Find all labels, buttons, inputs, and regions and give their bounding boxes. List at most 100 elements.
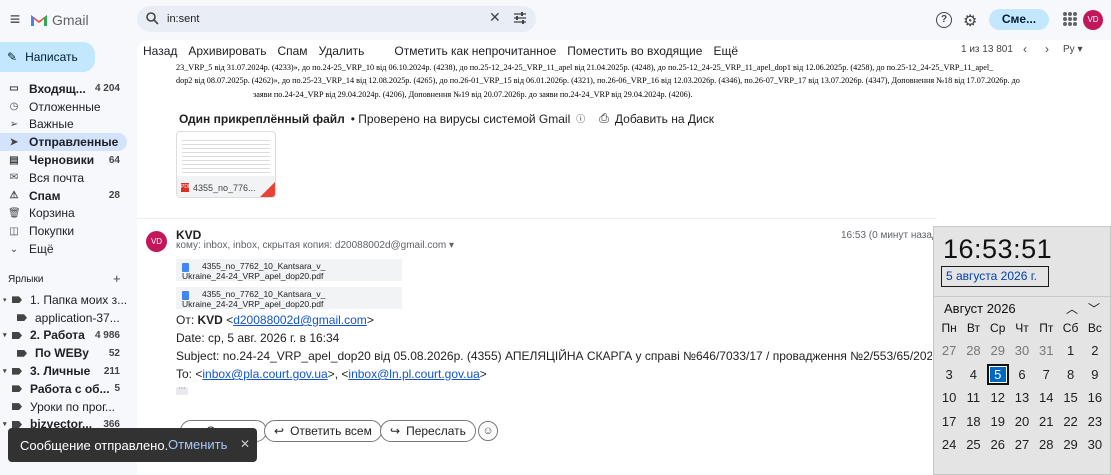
calendar-day[interactable]: 28 — [1034, 437, 1058, 452]
calendar-day[interactable]: 9 — [1083, 367, 1107, 382]
calendar-day[interactable]: 8 — [1058, 367, 1082, 382]
calendar-day[interactable]: 28 — [961, 343, 985, 358]
label-item[interactable]: application-37... — [0, 309, 130, 327]
chevron-down-icon[interactable]: ﹀ — [1088, 302, 1110, 316]
sidebar-item[interactable]: ◫ Покупки — [0, 222, 130, 240]
label-item[interactable]: Уроки по прог... — [0, 398, 130, 416]
calendar-day[interactable]: 10 — [937, 390, 961, 405]
calendar-day[interactable]: 14 — [1034, 390, 1058, 405]
calendar-day[interactable]: 12 — [986, 390, 1010, 405]
calendar-day[interactable]: 6 — [1010, 367, 1034, 382]
clear-search-icon[interactable]: ✕ — [489, 9, 501, 26]
spam-button[interactable]: Спам — [277, 44, 307, 58]
calendar-day[interactable]: 27 — [937, 343, 961, 358]
sidebar-item[interactable]: ✉ Вся почта — [0, 169, 130, 187]
calendar-day[interactable]: 19 — [986, 414, 1010, 429]
label-item[interactable]: Работа с об... 5 — [0, 380, 130, 398]
calendar-day[interactable]: 11 — [961, 390, 985, 405]
delete-button[interactable]: Удалить — [319, 44, 365, 58]
calendar-day[interactable]: 18 — [961, 414, 985, 429]
sidebar-item[interactable]: ◷ Отложенные — [0, 98, 130, 116]
language-selector[interactable]: Ру ▾ — [1063, 44, 1082, 55]
calendar-date-link[interactable]: 5 августа 2026 г. — [941, 266, 1049, 287]
calendar-day[interactable]: 2 — [1083, 343, 1107, 358]
sidebar-item[interactable]: ⌄ Ещё — [0, 240, 130, 258]
calendar-day[interactable]: 30 — [1083, 437, 1107, 452]
sidebar-item[interactable]: ▭ Входящ... 4 204 — [0, 80, 130, 98]
calendar-day[interactable]: 7 — [1034, 367, 1058, 382]
calendar-day[interactable]: 31 — [1034, 343, 1058, 358]
calendar-day[interactable]: 3 — [937, 367, 961, 382]
inline-file-chip-2[interactable]: 4355_no_7762_10_Kantsara_v_ Ukraine_24-2… — [176, 287, 402, 309]
back-button[interactable]: Назад — [143, 44, 177, 58]
label-item[interactable]: ▾ 3. Личные 211 — [0, 362, 130, 380]
calendar-day[interactable]: 22 — [1058, 414, 1082, 429]
calendar-day[interactable]: 23 — [1083, 414, 1107, 429]
calendar-day[interactable]: 24 — [937, 437, 961, 452]
prev-page-icon[interactable]: ‹ — [1023, 42, 1027, 56]
calendar-day[interactable]: 30 — [1010, 343, 1034, 358]
show-trimmed-content-button[interactable]: ··· — [176, 385, 188, 395]
search-options-icon[interactable] — [513, 11, 527, 25]
forward-button[interactable]: ↪ Переслать — [380, 420, 476, 442]
calendar-day[interactable]: 1 — [1058, 343, 1082, 358]
recipients-line[interactable]: кому: inbox, inbox, скрытая копия: d2008… — [176, 240, 454, 251]
settings-gear-icon[interactable]: ⚙ — [963, 11, 977, 31]
to-email-link-1[interactable]: inbox@pla.court.gov.ua — [202, 367, 327, 381]
label-caret-icon[interactable]: ▾ — [3, 296, 9, 304]
archive-button[interactable]: Архивировать — [188, 44, 266, 58]
sidebar-item[interactable]: ➤ Отправленные — [0, 133, 127, 152]
label-caret-icon[interactable]: ▾ — [3, 331, 9, 339]
undo-button[interactable]: Отменить — [168, 437, 227, 452]
drive-add-icon[interactable]: ⎙ — [599, 111, 609, 126]
google-apps-icon[interactable] — [1063, 12, 1077, 26]
details-caret-icon[interactable]: ▾ — [449, 240, 454, 251]
close-toast-icon[interactable]: ✕ — [240, 437, 250, 451]
calendar-day[interactable]: 13 — [1010, 390, 1034, 405]
sidebar-item[interactable]: ➢ Важные — [0, 116, 130, 134]
more-actions-button[interactable]: Ещё — [713, 44, 738, 58]
account-avatar[interactable]: VD — [1083, 10, 1103, 30]
calendar-day[interactable]: 15 — [1058, 390, 1082, 405]
reply-all-button[interactable]: ↩ Ответить всем — [264, 420, 382, 442]
sender-avatar[interactable]: VD — [146, 231, 167, 252]
account-switch-button[interactable]: Сме... — [989, 9, 1049, 30]
gmail-logo[interactable]: Gmail — [30, 10, 89, 30]
label-caret-icon[interactable]: ▾ — [3, 367, 9, 375]
search-bar[interactable]: ✕ — [137, 6, 536, 32]
calendar-day[interactable]: 16 — [1083, 390, 1107, 405]
help-icon[interactable]: ? — [936, 12, 952, 28]
add-to-drive-link[interactable]: Добавить на Диск — [615, 112, 714, 126]
calendar-day[interactable]: 17 — [937, 414, 961, 429]
calendar-day[interactable]: 20 — [1010, 414, 1034, 429]
inline-file-chip-1[interactable]: 4355_no_7762_10_Kantsara_v_ Ukraine_24-2… — [176, 259, 402, 281]
label-item[interactable]: ▾ 2. Работа 4 986 — [0, 327, 130, 345]
main-menu-icon[interactable]: ≡ — [6, 10, 24, 28]
calendar-day[interactable]: 21 — [1034, 414, 1058, 429]
sidebar-item[interactable]: 🗑 Корзина — [0, 205, 130, 223]
search-input[interactable] — [167, 10, 467, 28]
calendar-day[interactable]: 27 — [1010, 437, 1034, 452]
compose-button[interactable]: ✎ Написать — [0, 42, 95, 72]
calendar-day[interactable]: 29 — [986, 343, 1010, 358]
calendar-day[interactable]: 4 — [961, 367, 985, 382]
next-page-icon[interactable]: › — [1045, 42, 1049, 56]
calendar-day[interactable]: 26 — [986, 437, 1010, 452]
from-email-link[interactable]: d20088002d@gmail.com — [233, 313, 367, 327]
move-to-inbox-button[interactable]: Поместить во входящие — [567, 44, 702, 58]
to-email-link-2[interactable]: inbox@ln.pl.court.gov.ua — [348, 367, 479, 381]
sidebar-item[interactable]: ⚠ Спам 28 — [0, 187, 130, 205]
calendar-day-today[interactable]: 5 — [986, 363, 1009, 385]
calendar-month[interactable]: Август 2026 — [944, 301, 1016, 316]
attachment-thumbnail[interactable]: PDF 4355_no_776... — [176, 131, 276, 198]
mark-unread-button[interactable]: Отметить как непрочитанное — [394, 44, 556, 58]
calendar-day[interactable]: 25 — [961, 437, 985, 452]
calendar-day[interactable]: 29 — [1058, 437, 1082, 452]
search-icon[interactable] — [145, 11, 159, 25]
sidebar-item[interactable]: ▤ Черновики 64 — [0, 151, 130, 169]
emoji-reaction-icon[interactable]: ☺ — [478, 421, 498, 441]
add-label-icon[interactable]: + — [113, 271, 121, 286]
chevron-up-icon[interactable]: ︿ — [1066, 302, 1088, 316]
label-caret-icon[interactable]: ▾ — [3, 420, 9, 428]
label-item[interactable]: ▾ 1. Папка моих з... — [0, 291, 130, 309]
